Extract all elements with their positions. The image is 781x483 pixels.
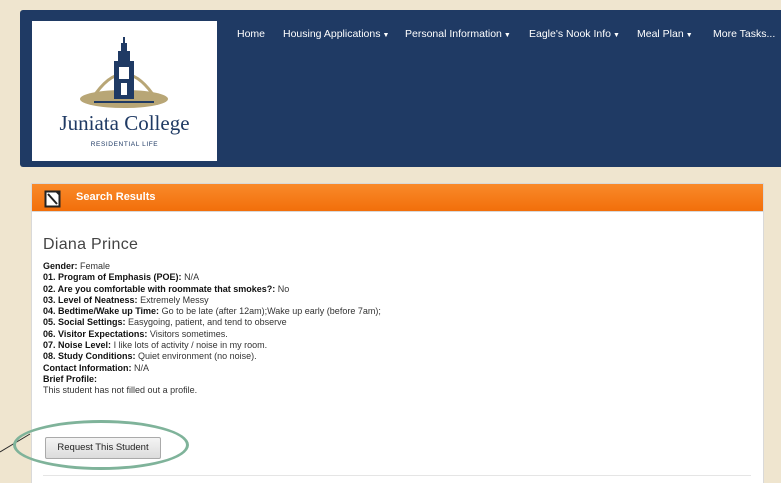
detail-value: Easygoing, patient, and tend to observe <box>128 317 287 328</box>
nav-more-tasks[interactable]: More Tasks... <box>713 28 775 40</box>
detail-row: 03. Level of Neatness: Extremely Messy <box>43 295 381 306</box>
divider <box>43 475 751 476</box>
detail-value: N/A <box>184 272 200 283</box>
detail-value: Female <box>80 261 111 271</box>
profile-text: This student has not filled out a profil… <box>43 385 198 396</box>
highlight-ellipse <box>13 420 189 470</box>
nav-label: More Tasks... <box>713 28 776 40</box>
college-logo[interactable]: Juniata College RESIDENTIAL LIFE <box>32 21 217 161</box>
nav-label: Meal Plan <box>637 28 684 40</box>
student-details: Gender: Female 01. Program of Emphasis (… <box>43 261 381 397</box>
detail-label: 07. Noise Level: <box>43 340 112 351</box>
caret-down-icon: ▼ <box>382 32 390 39</box>
detail-row: 08. Study Conditions: Quiet environment … <box>43 351 381 362</box>
nav-label: Housing Applications <box>283 28 381 40</box>
detail-value: Visitors sometimes. <box>149 328 228 339</box>
site-header: Juniata College RESIDENTIAL LIFE Home Ho… <box>20 10 781 167</box>
detail-value: I like lots of activity / noise in my ro… <box>113 340 268 351</box>
panel-header: Search Results <box>32 184 763 212</box>
detail-row: Contact Information: N/A <box>43 363 381 374</box>
detail-value: Extremely Messy <box>140 294 209 305</box>
detail-row: 07. Noise Level: I like lots of activity… <box>43 340 381 351</box>
detail-label: 05. Social Settings: <box>43 317 126 328</box>
detail-row: Brief Profile: <box>43 374 381 385</box>
tower-emblem-icon <box>80 37 168 108</box>
detail-label: 03. Level of Neatness: <box>43 294 138 305</box>
detail-row: 01. Program of Emphasis (POE): N/A <box>43 272 381 283</box>
detail-row: 06. Visitor Expectations: Visitors somet… <box>43 329 381 340</box>
detail-value: Quiet environment (no noise). <box>138 351 257 362</box>
detail-label: 06. Visitor Expectations: <box>43 328 148 339</box>
detail-row: 05. Social Settings: Easygoing, patient,… <box>43 317 381 328</box>
nav-meal-plan[interactable]: Meal Plan ▼ <box>637 28 693 40</box>
document-icon <box>44 190 61 208</box>
nav-label: Personal Information <box>405 28 502 40</box>
detail-label: 02. Are you comfortable with roommate th… <box>43 283 276 294</box>
logo-subtitle: RESIDENTIAL LIFE <box>90 141 159 148</box>
detail-row: 02. Are you comfortable with roommate th… <box>43 284 381 295</box>
detail-value: No <box>277 283 290 294</box>
nav-label: Home <box>237 28 266 40</box>
student-name: Diana Prince <box>43 236 139 253</box>
detail-row: Gender: Female <box>43 261 381 272</box>
detail-label: 04. Bedtime/Wake up Time: <box>43 306 160 317</box>
nav-label: Eagle's Nook Info <box>529 28 611 40</box>
nav-housing-applications[interactable]: Housing Applications ▼ <box>283 28 389 40</box>
detail-label: Brief Profile: <box>43 373 98 384</box>
logo-title: Juniata College <box>59 111 190 135</box>
detail-label: 08. Study Conditions: <box>43 351 136 362</box>
detail-value: Go to be late (after 12am);Wake up early… <box>161 306 381 317</box>
detail-label: 01. Program of Emphasis (POE): <box>43 272 182 283</box>
nav-personal-information[interactable]: Personal Information ▼ <box>405 28 511 40</box>
detail-label: Gender: <box>43 261 78 271</box>
nav-eagles-nook-info[interactable]: Eagle's Nook Info ▼ <box>529 28 620 40</box>
caret-down-icon: ▼ <box>685 32 693 39</box>
panel-title: Search Results <box>76 191 156 203</box>
detail-row: 04. Bedtime/Wake up Time: Go to be late … <box>43 306 381 317</box>
detail-value: N/A <box>134 362 150 373</box>
nav-home[interactable]: Home <box>237 28 265 40</box>
detail-label: Contact Information: <box>43 362 132 373</box>
caret-down-icon: ▼ <box>612 32 620 39</box>
caret-down-icon: ▼ <box>503 32 511 39</box>
